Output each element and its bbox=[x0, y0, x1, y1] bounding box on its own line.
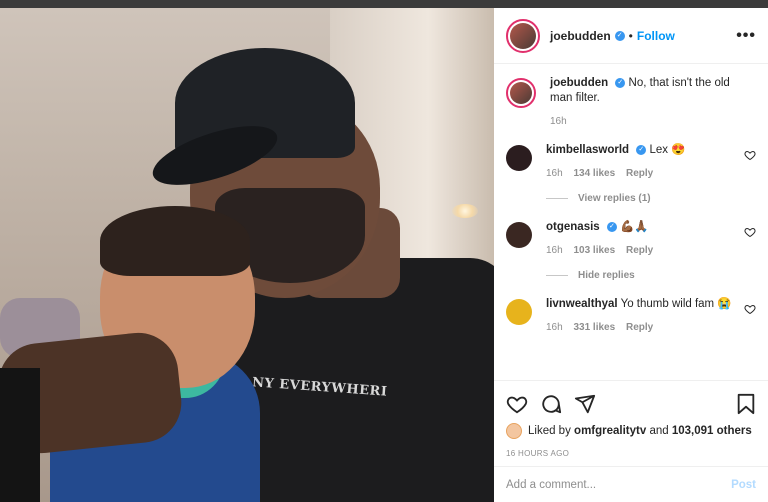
liked-by-user[interactable]: omfgrealitytv bbox=[574, 425, 646, 437]
heart-icon[interactable] bbox=[506, 393, 528, 415]
caption-time[interactable]: 16h bbox=[550, 116, 567, 127]
comment-username[interactable]: livnwealthyal bbox=[546, 298, 618, 310]
reply-button[interactable]: Reply bbox=[626, 168, 653, 179]
comment-username[interactable]: otgenasis bbox=[546, 221, 600, 233]
author-avatar[interactable] bbox=[506, 18, 540, 53]
list-item: livnwealthyal Yo thumb wild fam 😭 16h 33… bbox=[506, 297, 756, 335]
comment-likes[interactable]: 103 likes bbox=[573, 245, 615, 256]
comment-likes[interactable]: 134 likes bbox=[573, 168, 615, 179]
likes-and: and bbox=[649, 425, 669, 437]
comment-input[interactable] bbox=[506, 478, 732, 491]
verified-icon: ✓ bbox=[636, 144, 647, 155]
post-panel: joebudden ✓ • Follow ••• joebudden ✓ No,… bbox=[494, 8, 768, 502]
list-item: otgenasis ✓ 💪🏾🙏🏾 16h 103 likes Reply Hid… bbox=[506, 220, 756, 283]
heart-icon[interactable] bbox=[744, 226, 756, 238]
replies-label: Hide replies bbox=[578, 270, 635, 281]
verified-icon: ✓ bbox=[606, 221, 617, 232]
comment-icon[interactable] bbox=[540, 393, 562, 415]
follow-button[interactable]: Follow bbox=[637, 29, 675, 43]
comment-text: 💪🏾🙏🏾 bbox=[620, 221, 649, 233]
comment-text: Yo thumb wild fam 😭 bbox=[620, 298, 732, 310]
add-comment-bar: Post bbox=[494, 466, 768, 502]
comment-time[interactable]: 16h bbox=[546, 245, 563, 256]
heart-icon[interactable] bbox=[744, 149, 756, 161]
verified-icon: ✓ bbox=[614, 30, 625, 41]
comment-time[interactable]: 16h bbox=[546, 168, 563, 179]
verified-icon: ✓ bbox=[615, 77, 626, 88]
post-button[interactable]: Post bbox=[731, 479, 756, 491]
photo-sleeve bbox=[0, 368, 40, 502]
photo-boy-hair bbox=[100, 206, 250, 276]
replies-label: View replies (1) bbox=[578, 193, 651, 204]
reply-button[interactable]: Reply bbox=[626, 322, 653, 333]
avatar[interactable] bbox=[506, 145, 532, 171]
reply-button[interactable]: Reply bbox=[626, 245, 653, 256]
bookmark-icon[interactable] bbox=[736, 393, 756, 415]
hide-replies-button[interactable]: Hide replies bbox=[546, 268, 740, 283]
post-header: joebudden ✓ • Follow ••• bbox=[494, 8, 768, 64]
caption: joebudden ✓ No, that isn't the old man f… bbox=[506, 76, 756, 129]
author-username[interactable]: joebudden bbox=[550, 29, 611, 43]
list-item: kimbellasworld ✓ Lex 😍 16h 134 likes Rep… bbox=[506, 143, 756, 206]
comment-username[interactable]: kimbellasworld bbox=[546, 144, 629, 156]
post-actions: Liked by omfgrealitytv and 103,091 other… bbox=[494, 380, 768, 458]
likes-prefix: Liked by bbox=[528, 425, 571, 437]
comment-text: Lex 😍 bbox=[649, 144, 686, 156]
caption-username[interactable]: joebudden bbox=[550, 77, 608, 89]
post-photo[interactable]: NY EVERYWHERI bbox=[0, 8, 494, 502]
likes-summary: Liked by omfgrealitytv and 103,091 other… bbox=[506, 423, 756, 439]
comment-likes[interactable]: 331 likes bbox=[573, 322, 615, 333]
avatar[interactable] bbox=[506, 423, 522, 439]
comments-list[interactable]: joebudden ✓ No, that isn't the old man f… bbox=[494, 64, 768, 374]
post-timestamp[interactable]: 16 HOURS AGO bbox=[506, 449, 756, 458]
more-icon[interactable]: ••• bbox=[736, 27, 756, 45]
avatar[interactable] bbox=[506, 222, 532, 248]
likes-others[interactable]: 103,091 others bbox=[672, 425, 752, 437]
heart-icon[interactable] bbox=[744, 303, 756, 315]
avatar[interactable] bbox=[506, 299, 532, 325]
share-icon[interactable] bbox=[574, 393, 596, 415]
view-replies-button[interactable]: View replies (1) bbox=[546, 191, 740, 206]
photo-lamp bbox=[452, 204, 478, 218]
separator-dot: • bbox=[628, 28, 633, 43]
caption-avatar[interactable] bbox=[506, 78, 536, 108]
top-strip bbox=[0, 0, 768, 8]
comment-time[interactable]: 16h bbox=[546, 322, 563, 333]
